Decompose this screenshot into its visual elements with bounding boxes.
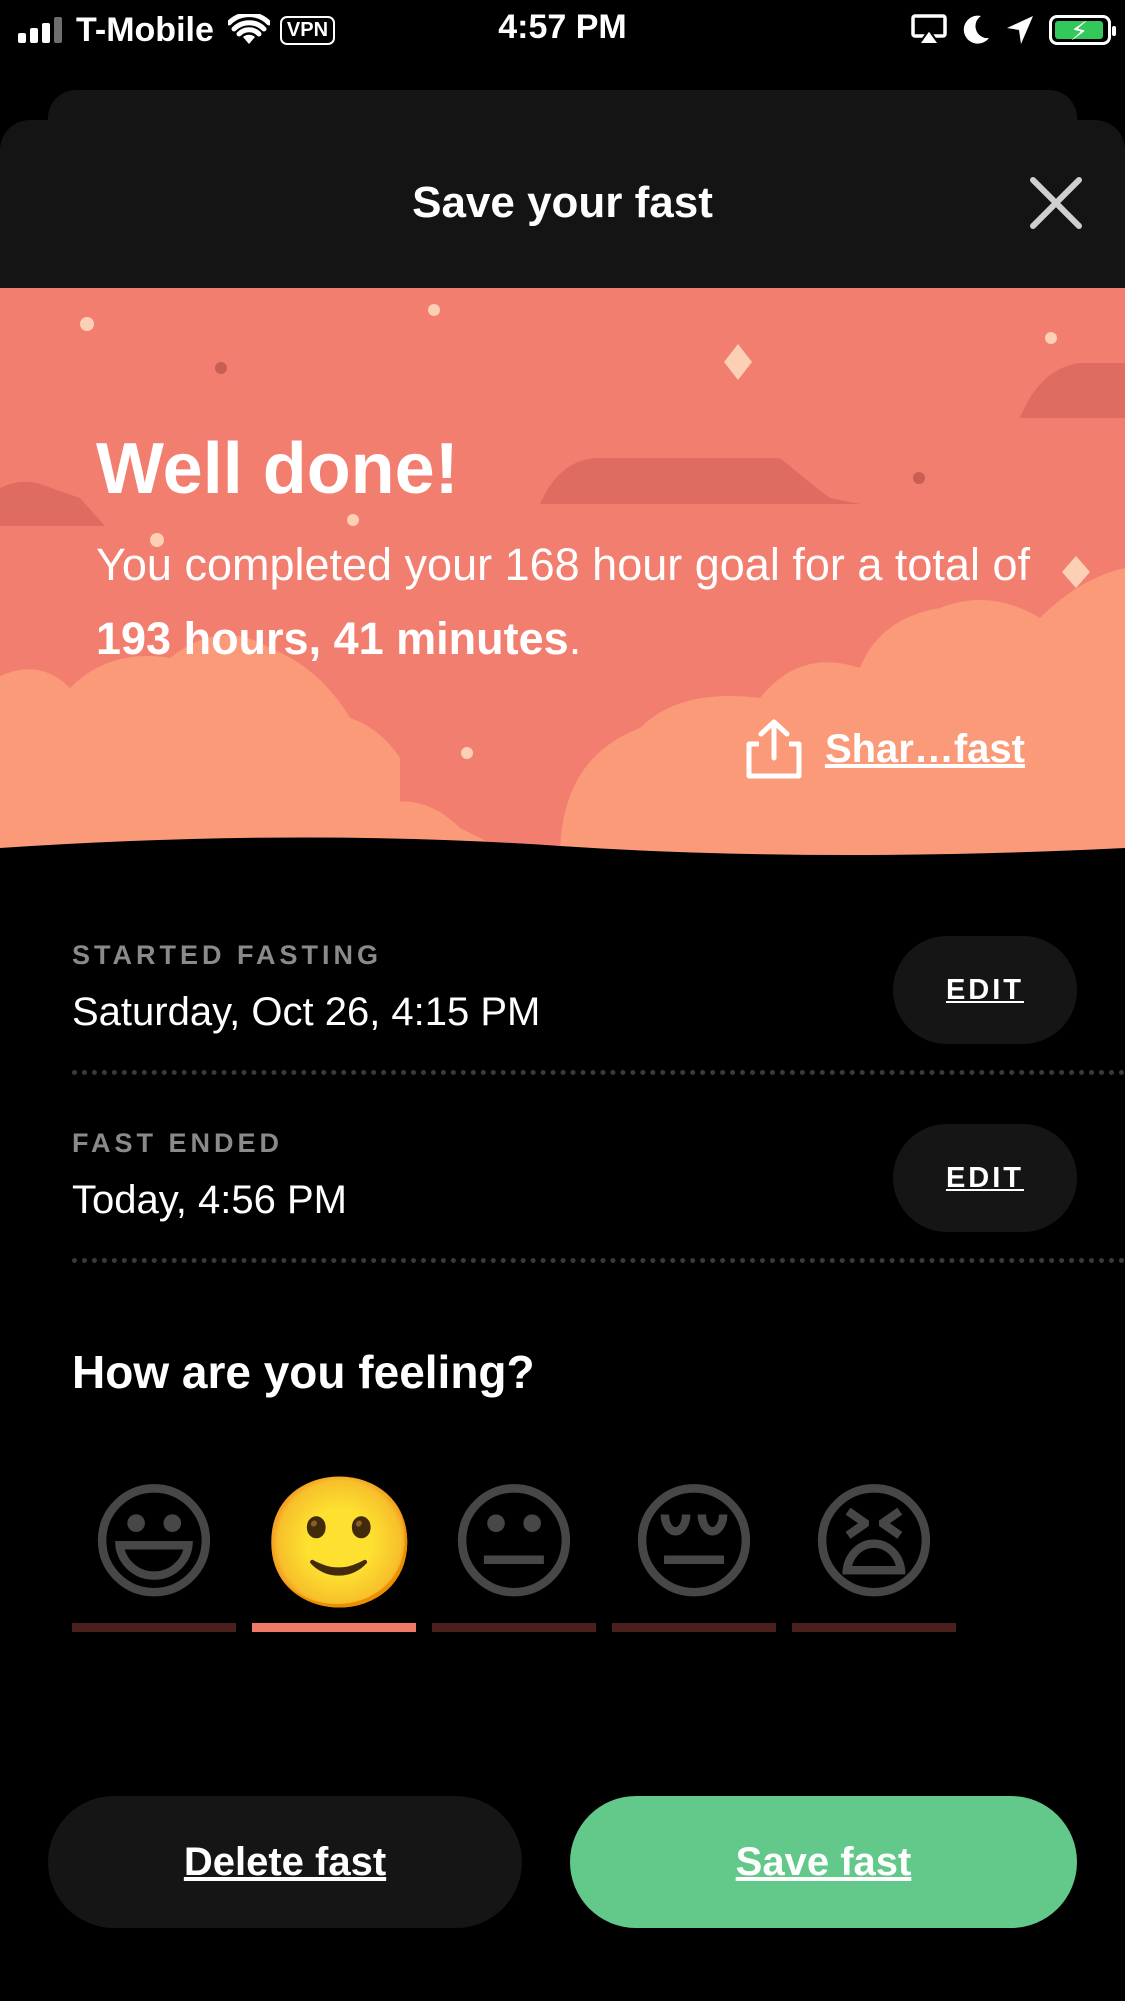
edit-start-button[interactable]: EDIT	[893, 936, 1077, 1044]
save-fast-button[interactable]: Save fast	[570, 1796, 1077, 1928]
divider	[72, 1258, 1125, 1263]
close-icon[interactable]	[1027, 174, 1085, 232]
airplay-icon	[911, 14, 947, 45]
fast-ended-value: Today, 4:56 PM	[72, 1178, 347, 1222]
neutral-face-icon: 😐	[447, 1472, 581, 1615]
started-fasting-label: STARTED FASTING	[72, 940, 383, 970]
mood-great[interactable]: 😃	[72, 1470, 236, 1632]
share-label: Shar…fast	[824, 726, 1025, 771]
banner-message: You completed your 168 hour goal for a t…	[96, 539, 1030, 664]
mood-neutral[interactable]: 😐	[432, 1470, 596, 1632]
status-bar: T-Mobile VPN 4:57 PM ⚡	[0, 0, 1125, 60]
mood-indicator	[612, 1623, 776, 1632]
bottom-action-bar: Delete fast Save fast	[0, 1734, 1125, 2001]
sheet-title: Save your fast	[412, 178, 713, 227]
tired-face-icon: 😫	[807, 1472, 941, 1615]
mood-selector: 😃 🙂 😐 😔 😫	[72, 1470, 956, 1632]
smiling-face-icon: 🙂	[260, 1472, 420, 1615]
well-done-banner: Well done! You completed your 168 hour g…	[0, 288, 1125, 858]
started-fasting-value: Saturday, Oct 26, 4:15 PM	[72, 990, 541, 1034]
divider	[72, 1070, 1125, 1075]
mood-good[interactable]: 🙂	[252, 1470, 420, 1632]
fast-ended-label: FAST ENDED	[72, 1128, 284, 1158]
sheet-header: Save your fast	[0, 120, 1125, 288]
mood-indicator	[792, 1623, 956, 1632]
location-icon	[1007, 16, 1033, 44]
mood-indicator-selected	[252, 1623, 416, 1632]
mood-exhausted[interactable]: 😫	[792, 1470, 956, 1632]
share-fast-link[interactable]: Shar…fast	[745, 718, 1025, 780]
mood-sad[interactable]: 😔	[612, 1470, 776, 1632]
edit-end-button[interactable]: EDIT	[893, 1124, 1077, 1232]
grinning-face-icon: 😃	[87, 1472, 221, 1615]
battery-charging-icon: ⚡	[1049, 15, 1116, 46]
mood-indicator	[432, 1623, 596, 1632]
mood-indicator	[72, 1623, 236, 1632]
pensive-face-icon: 😔	[627, 1472, 761, 1615]
feeling-title: How are you feeling?	[72, 1346, 535, 1398]
banner-heading: Well done!	[96, 429, 459, 509]
moon-icon	[963, 15, 989, 44]
share-icon	[746, 719, 802, 779]
delete-fast-button[interactable]: Delete fast	[48, 1796, 522, 1928]
